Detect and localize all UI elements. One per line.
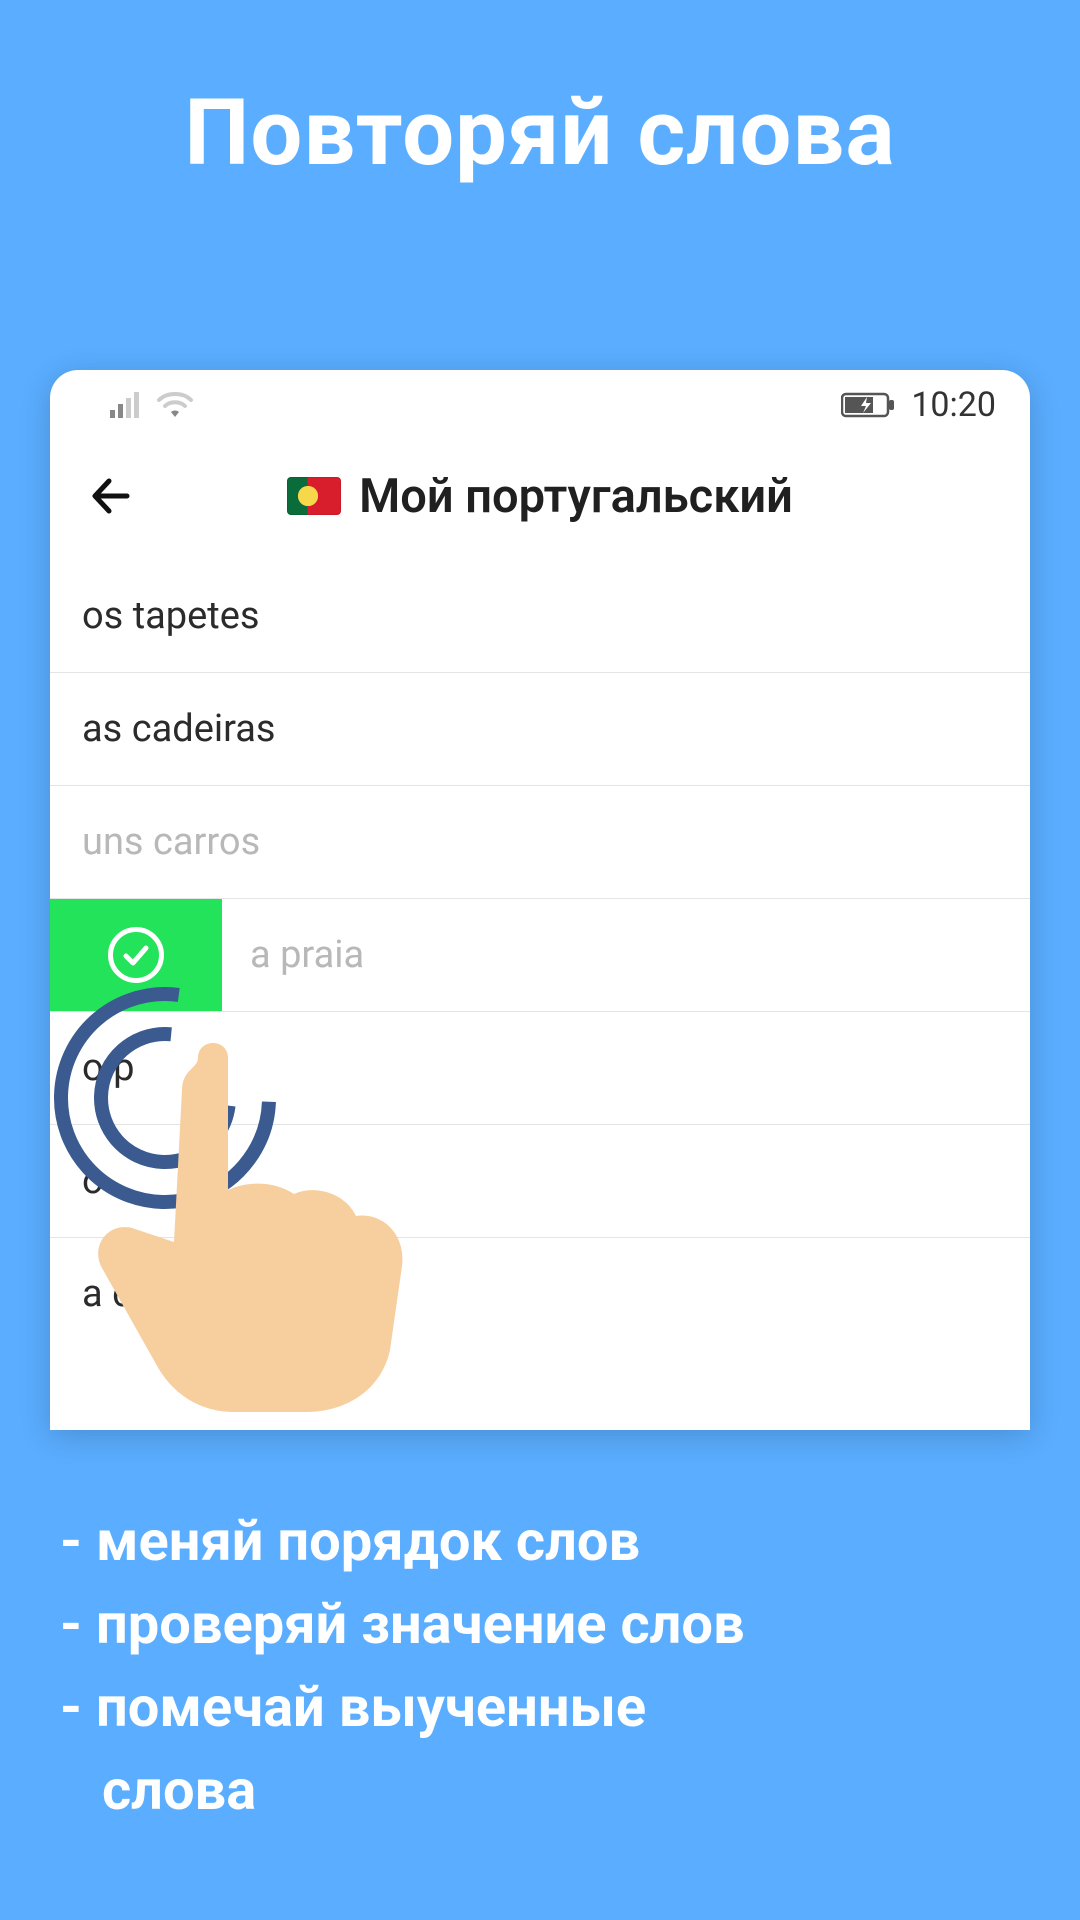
word-text: uns carros [82, 820, 260, 864]
list-item[interactable]: o [50, 1125, 1030, 1238]
battery-charging-icon [841, 391, 897, 419]
wifi-icon [156, 391, 194, 419]
page-title: Мой португальский [359, 469, 793, 524]
promo-bullets: - меняй порядок слов - проверяй значение… [60, 1500, 745, 1832]
check-circle-icon [108, 927, 164, 983]
bullet-line: - проверяй значение слов [60, 1583, 745, 1666]
list-item[interactable]: os tapetes [50, 560, 1030, 673]
status-time: 10:20 [911, 385, 996, 425]
promo-title: Повторяй слова [0, 80, 1080, 187]
bullet-line: слова [60, 1749, 745, 1832]
word-text: os tapetes [82, 594, 260, 638]
status-bar: 10:20 [50, 370, 1030, 440]
word-text: as cadeiras [82, 707, 276, 751]
word-text: o [82, 1159, 104, 1203]
list-item[interactable]: o p [50, 1012, 1030, 1125]
portugal-flag-icon [287, 477, 341, 515]
word-text: o p [82, 1046, 134, 1090]
word-text: a praia [250, 933, 364, 977]
word-text: a cidade [82, 1272, 225, 1316]
bullet-line: - помечай выученные [60, 1666, 745, 1749]
list-item[interactable]: uns carros [50, 786, 1030, 899]
list-item[interactable]: a cidade [50, 1238, 1030, 1350]
cellular-signal-icon [110, 392, 146, 418]
bullet-line: - меняй порядок слов [60, 1500, 745, 1583]
word-list[interactable]: os tapetes as cadeiras uns carros a prai… [50, 560, 1030, 1350]
phone-screenshot: 10:20 Мой португальский os tapetes as ca… [50, 370, 1030, 1430]
list-item[interactable]: as cadeiras [50, 673, 1030, 786]
list-item-swiped[interactable]: a praia [50, 899, 1030, 1012]
app-header: Мой португальский [50, 440, 1030, 560]
mark-learned-action[interactable] [50, 899, 222, 1011]
